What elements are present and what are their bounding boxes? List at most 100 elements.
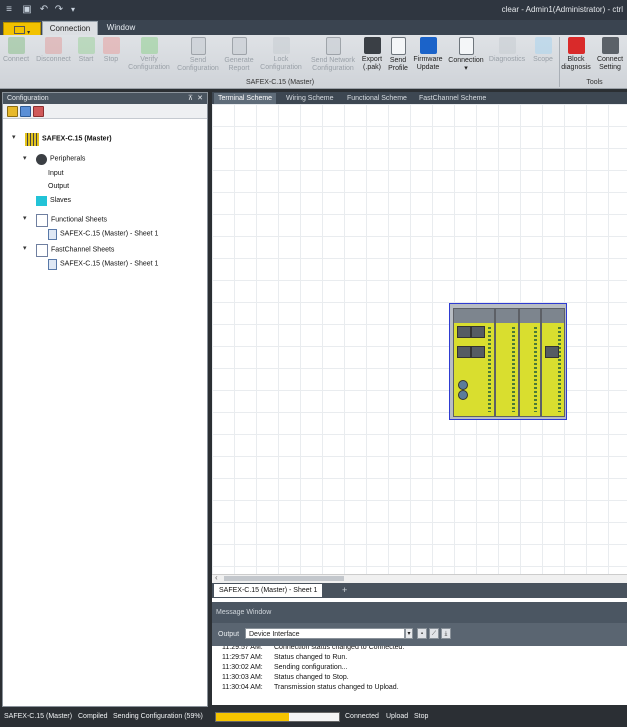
start-button[interactable]: Start	[74, 37, 98, 77]
diagnostics-button[interactable]: Diagnostics	[488, 37, 526, 77]
message-time: 11:29:57 AM:	[222, 654, 263, 661]
configuration-toolbar	[3, 104, 207, 119]
close-icon[interactable]: ✕	[197, 93, 203, 104]
ethernet-port-icon	[545, 346, 559, 358]
app-menu-icon[interactable]: ≡	[3, 3, 15, 16]
verify-icon	[140, 37, 158, 54]
tree-item-label: Input	[48, 170, 64, 177]
ribbon-button-label: Send Network Configuration	[311, 57, 355, 72]
verify-button[interactable]: Verify Configuration	[124, 37, 174, 77]
scrollbar-thumb[interactable]	[224, 576, 344, 581]
tree-item[interactable]: SAFEX-C.15 (Master) - Sheet 1	[48, 229, 158, 240]
connection-button[interactable]: Connection ▾	[446, 37, 486, 77]
chevron-down-icon: ▾	[464, 65, 468, 72]
chevron-down-icon[interactable]: ▾	[23, 244, 27, 254]
tree-item[interactable]: ▾ SAFEX-C.15 (Master)	[12, 133, 112, 146]
send-profile-button[interactable]: Send Profile	[386, 37, 410, 77]
lock-button[interactable]: Lock Configuration	[258, 37, 304, 77]
tree-item-label: Slaves	[50, 197, 72, 204]
module-header	[496, 309, 518, 323]
app-menu-icon	[13, 26, 25, 34]
tab-scheme[interactable]: Wiring Scheme	[282, 93, 337, 104]
ribbon-group-label: SAFEX-C.15 (Master)	[245, 79, 315, 86]
tree-item-label: Peripherals	[50, 155, 86, 163]
scope-button[interactable]: Scope	[528, 37, 558, 77]
scroll-left-icon[interactable]: ‹	[215, 573, 218, 582]
output-source-select[interactable]: Device Interface	[245, 628, 405, 639]
ribbon-button-label: Diagnostics	[488, 56, 526, 63]
tree-item[interactable]: SAFEX-C.15 (Master) - Sheet 1	[48, 259, 158, 270]
network-button[interactable]: Send Network Configuration	[308, 37, 358, 77]
clear-log-icon[interactable]: ⟋	[429, 628, 439, 639]
safex-device-module[interactable]	[449, 303, 567, 420]
scroll-to-end-icon[interactable]: ⤓	[441, 628, 451, 639]
tree-item[interactable]: Output	[48, 182, 69, 193]
led-column	[534, 327, 537, 412]
send-config-icon	[190, 37, 206, 55]
tree-item[interactable]: ▾ Functional Sheets	[23, 214, 107, 227]
disconnect-button[interactable]: Disconnect	[35, 37, 72, 77]
add-device-icon[interactable]	[7, 106, 18, 117]
sheet-tab[interactable]: SAFEX-C.15 (Master) - Sheet 1	[214, 584, 323, 597]
ethernet-port-icon	[471, 326, 485, 338]
status-compile: Compiled	[78, 713, 108, 720]
firmware-button[interactable]: Firmware Update	[411, 37, 445, 77]
block-diagnosis-button[interactable]: Block diagnosis	[560, 37, 592, 77]
message-window-header: Message Window	[212, 602, 627, 623]
ribbon-button-label: Generate Report	[224, 57, 254, 72]
horizontal-scrollbar[interactable]: ‹	[212, 573, 627, 583]
message-row: 11:29:57 AM: Status changed to Run.	[222, 653, 347, 663]
wrench-icon	[601, 37, 619, 54]
tab-connection[interactable]: Connection	[42, 21, 98, 36]
tree-item[interactable]: Slaves	[36, 196, 71, 207]
message-text: Status changed to Stop.	[274, 674, 349, 681]
tree-item[interactable]: Input	[48, 169, 64, 180]
module-header	[542, 309, 564, 323]
tab-scheme[interactable]: FastChannel Scheme	[415, 93, 490, 104]
stop-button[interactable]: Stop	[100, 37, 122, 77]
chevron-down-icon[interactable]: ▾	[23, 214, 27, 224]
tab-window[interactable]: Window	[101, 21, 141, 35]
send-config-button[interactable]: Send Configuration	[176, 37, 220, 77]
status-transfer: Upload	[386, 713, 409, 720]
chevron-down-icon[interactable]: ▾	[23, 154, 27, 164]
ribbon-button-label: Connect Setting	[596, 56, 624, 71]
ribbon-button-label: Scope	[533, 56, 553, 63]
save-icon[interactable]: ▣	[21, 3, 33, 16]
tab-scheme[interactable]: Terminal Scheme	[214, 93, 277, 104]
sheets-icon	[36, 214, 48, 227]
device-module-4	[541, 308, 565, 417]
tree-item-label: FastChannel Sheets	[51, 246, 115, 254]
configuration-panel-title: Configuration	[7, 95, 49, 102]
tab-scheme[interactable]: Functional Scheme	[343, 93, 411, 104]
scheme-canvas[interactable]	[212, 104, 627, 579]
save-log-icon[interactable]: ▪	[417, 628, 427, 639]
pin-icon[interactable]: ⊼	[188, 93, 193, 104]
redo-icon[interactable]: ↷	[53, 3, 65, 16]
chevron-down-icon[interactable]: ▾	[405, 628, 413, 639]
report-button[interactable]: Generate Report	[222, 37, 256, 77]
led-column	[488, 327, 491, 412]
quick-access-dropdown-icon[interactable]: ▾	[67, 3, 79, 16]
ribbon-tab-bar: ▾ Connection Window	[0, 20, 627, 36]
export-button[interactable]: Export (.pak)	[360, 37, 384, 77]
undo-icon[interactable]: ↶	[38, 3, 50, 16]
tree-item[interactable]: ▾ Peripherals	[23, 154, 86, 165]
sheet-tab-bar: SAFEX-C.15 (Master) - Sheet 1 +	[212, 583, 627, 598]
ribbon-button-label: Send Profile	[388, 57, 408, 72]
send-progress-bar	[215, 712, 340, 722]
app-menu-button[interactable]: ▾	[3, 22, 41, 36]
remove-icon[interactable]	[33, 106, 44, 117]
chevron-down-icon[interactable]: ▾	[12, 133, 16, 143]
wrench-button[interactable]: Connect Setting	[592, 37, 627, 77]
tree-item[interactable]: ▾ FastChannel Sheets	[23, 244, 115, 257]
message-time: 11:30:03 AM:	[222, 674, 263, 681]
message-window-toolbar: Output Device Interface ▾ ▪ ⟋ ⤓	[212, 623, 627, 646]
connect-button[interactable]: Connect	[0, 37, 32, 77]
add-sheet-button[interactable]: +	[342, 584, 347, 597]
properties-icon[interactable]	[20, 106, 31, 117]
ribbon-separator	[559, 37, 560, 87]
window-title: clear - Admin1(Administrator) - ctrl	[501, 5, 623, 14]
lock-icon	[272, 37, 290, 54]
output-label: Output	[218, 631, 240, 638]
